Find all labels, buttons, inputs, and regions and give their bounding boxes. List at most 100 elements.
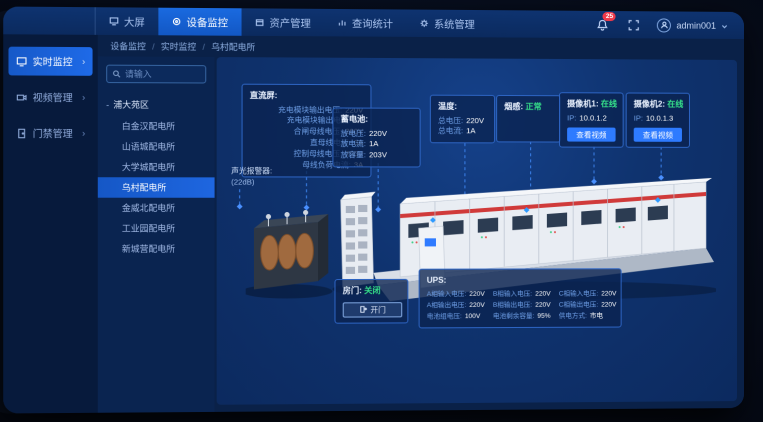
camera1-title: 摄像机1: 在线: [567, 98, 615, 110]
tree-item[interactable]: 新城营配电所: [106, 239, 206, 260]
tree-item-selected[interactable]: 乌村配电所: [98, 177, 215, 198]
ups-grid: A相输入电压:220V B相输入电压:220V C相输入电压:220V A相输出…: [427, 289, 614, 322]
smoke-sensor-title: 烟感: 正常: [504, 101, 553, 113]
field-value: 220V: [535, 289, 550, 299]
field-label: 放容量:: [341, 150, 366, 161]
fullscreen-icon: [628, 19, 640, 31]
collapse-icon: -: [106, 99, 109, 109]
tree-item[interactable]: 山语城配电所: [106, 136, 206, 157]
nav-label: 资产管理: [269, 15, 310, 31]
tree-item[interactable]: 大学城配电所: [106, 157, 206, 178]
breadcrumb-level3[interactable]: 乌村配电所: [211, 40, 255, 52]
user-menu[interactable]: admin001: [657, 18, 728, 33]
right-column: 设备监控 / 实时监控 / 乌村配电所 - 浦大苑区: [98, 35, 744, 413]
smoke-sensor-panel: 烟感: 正常: [496, 95, 561, 143]
open-door-label: 开门: [370, 304, 385, 315]
search-input[interactable]: [125, 69, 200, 80]
avatar: [657, 18, 671, 32]
nav-item-system[interactable]: 系统管理: [406, 10, 488, 38]
door-open-icon: [359, 305, 367, 313]
field-value: 1A: [466, 127, 475, 138]
nav-item-statistics[interactable]: 查询统计: [324, 9, 406, 37]
camera2-panel: 摄像机2: 在线 IP:10.0.1.3 查看视频: [626, 92, 690, 148]
door-label: 房门:: [343, 286, 362, 295]
sidebar-item-label: 实时监控: [33, 54, 73, 69]
field-label: C相输入电压:: [559, 289, 598, 299]
camera2-status: 在线: [667, 100, 683, 109]
tree-group-node[interactable]: - 浦大苑区: [106, 95, 206, 114]
tree-item[interactable]: 工业园配电所: [106, 218, 206, 239]
field-value: 220V: [601, 289, 616, 299]
nav-label: 系统管理: [434, 16, 475, 31]
sound-light-alarm-label: 声光报警器: (22dB): [231, 165, 272, 188]
camera2-title: 摄像机2: 在线: [634, 99, 682, 111]
field-label: A相输出电压:: [427, 301, 466, 311]
field-label: 电池组电压:: [427, 313, 462, 323]
door-panel: 房门: 关闭 开门: [334, 279, 408, 323]
nav-item-assets[interactable]: 资产管理: [242, 8, 325, 36]
field-value: 1A: [369, 139, 378, 150]
temperature-panel-title: 温度:: [438, 101, 487, 113]
open-door-button[interactable]: 开门: [343, 302, 403, 317]
breadcrumb-separator: /: [203, 41, 205, 51]
field-value: 100V: [465, 312, 480, 322]
sidebar-item-access-management[interactable]: 门禁管理 ›: [8, 119, 92, 148]
field-label: B相输出电压:: [493, 301, 532, 311]
breadcrumb-level2[interactable]: 实时监控: [161, 40, 196, 52]
camera1-status: 在线: [601, 99, 617, 108]
camera2-label: 摄像机2:: [634, 100, 665, 109]
view-video-button[interactable]: 查看视频: [567, 128, 615, 142]
station-tree: - 浦大苑区 白金汉配电所 山语城配电所 大学城配电所 乌村配电所 金威北配电所…: [106, 95, 206, 259]
station-tree-panel: - 浦大苑区 白金汉配电所 山语城配电所 大学城配电所 乌村配电所 金威北配电所…: [98, 56, 215, 412]
ip-value: 10.0.1.2: [579, 113, 606, 124]
topbar-right: 25 admin001: [595, 11, 744, 39]
chevron-right-icon: ›: [82, 92, 85, 102]
monitor-icon: [172, 17, 181, 26]
bigscreen-icon: [109, 17, 118, 26]
chart-icon: [338, 18, 347, 27]
sidebar-item-video-management[interactable]: 视频管理 ›: [8, 83, 92, 112]
field-label: 总电压:: [438, 116, 463, 127]
field-value: 95%: [537, 312, 550, 322]
breadcrumb-separator: /: [152, 41, 154, 51]
field-value: 220V: [469, 289, 484, 299]
sidebar-item-label: 视频管理: [33, 90, 73, 105]
field-label: 合闸母线电压:: [250, 127, 342, 138]
nav-item-bigscreen[interactable]: 大屏: [96, 7, 159, 35]
ip-value: 10.0.1.3: [646, 113, 673, 124]
sidebar-item-realtime-monitor[interactable]: 实时监控 ›: [8, 47, 92, 76]
field-label: 控制母线电压:: [250, 149, 342, 160]
tree-item[interactable]: 白金汉配电所: [106, 116, 206, 137]
tree-search: [106, 65, 206, 84]
field-label: 放电流:: [341, 139, 366, 150]
field-value: 220V: [369, 128, 387, 139]
field-label: 放电压:: [341, 128, 366, 139]
username: admin001: [676, 20, 716, 30]
ups-title: UPS:: [427, 274, 614, 286]
field-label: A相输入电压:: [427, 289, 466, 299]
temperature-panel: 温度: 总电压:220V 总电流:1A: [430, 95, 495, 144]
search-icon: [112, 70, 120, 78]
breadcrumb-level1[interactable]: 设备监控: [110, 40, 146, 52]
field-value: 220V: [466, 116, 484, 127]
view-video-button[interactable]: 查看视频: [634, 128, 682, 142]
alarm-title: 声光报警器:: [231, 165, 272, 177]
battery-panel-title: 蓄电池:: [341, 114, 413, 126]
field-label: 总电流:: [438, 127, 463, 138]
ip-label: IP:: [634, 113, 643, 124]
asset-box-icon: [255, 18, 264, 27]
notification-badge: 25: [603, 11, 616, 20]
nav-label: 大屏: [124, 14, 145, 29]
topbar-logo-area: [3, 7, 95, 35]
ups-panel: UPS: A相输入电压:220V B相输入电压:220V C相输入电压:220V…: [419, 268, 622, 328]
door-status: 关闭: [364, 286, 380, 295]
body: 实时监控 › 视频管理 › 门禁管理 › 设备监控 / 实时监控 / 乌村配电所: [3, 34, 744, 413]
notifications-button[interactable]: 25: [595, 16, 611, 32]
nav-item-device-monitor[interactable]: 设备监控: [158, 8, 241, 36]
chevron-right-icon: ›: [82, 56, 85, 66]
camera1-label: 摄像机1:: [567, 99, 598, 108]
door-access-icon: [16, 127, 28, 138]
tree-item[interactable]: 金威北配电所: [106, 198, 206, 218]
fullscreen-button[interactable]: [626, 17, 642, 33]
field-label: 充电模块输出电压:: [250, 105, 342, 116]
